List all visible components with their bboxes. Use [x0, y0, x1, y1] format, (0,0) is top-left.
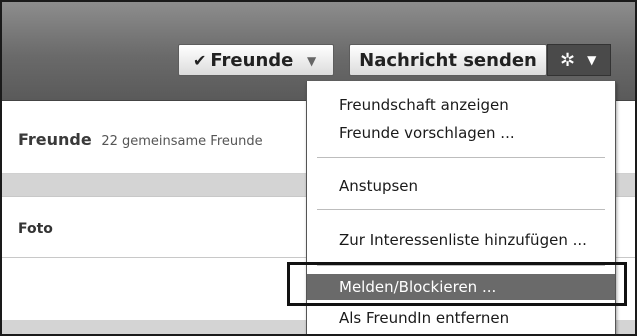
menu-separator — [317, 209, 605, 210]
menu-separator — [317, 157, 605, 158]
menu-item-unfriend[interactable]: Als FreundIn entfernen — [307, 307, 615, 329]
annotation-highlight-box — [287, 262, 627, 306]
chevron-down-icon: ▼ — [587, 53, 597, 67]
check-icon: ✔ — [193, 50, 207, 70]
friends-button-label: Freunde — [210, 49, 294, 71]
gear-icon: ✲ — [560, 49, 576, 71]
send-message-button[interactable]: Nachricht senden — [349, 44, 547, 76]
mutual-friends-count[interactable]: 22 gemeinsame Freunde — [101, 134, 262, 149]
send-message-label: Nachricht senden — [359, 49, 537, 71]
profile-frame: ✔ Freunde ▼ Nachricht senden ✲ ▼ Freunde… — [0, 0, 637, 336]
menu-item-poke[interactable]: Anstupsen — [307, 175, 615, 197]
friends-heading[interactable]: Freunde — [18, 130, 92, 149]
chevron-down-icon: ▼ — [307, 54, 317, 68]
menu-item-suggest-friends[interactable]: Freunde vorschlagen ... — [307, 122, 615, 144]
menu-item-add-to-interest-list[interactable]: Zur Interessenliste hinzufügen ... — [307, 229, 615, 251]
foto-heading[interactable]: Foto — [18, 221, 53, 237]
settings-gear-button[interactable]: ✲ ▼ — [547, 44, 611, 76]
menu-item-view-friendship[interactable]: Freundschaft anzeigen — [307, 94, 615, 116]
friends-button[interactable]: ✔ Freunde ▼ — [178, 44, 334, 76]
friends-section-title[interactable]: Freunde 22 gemeinsame Freunde — [18, 130, 263, 149]
